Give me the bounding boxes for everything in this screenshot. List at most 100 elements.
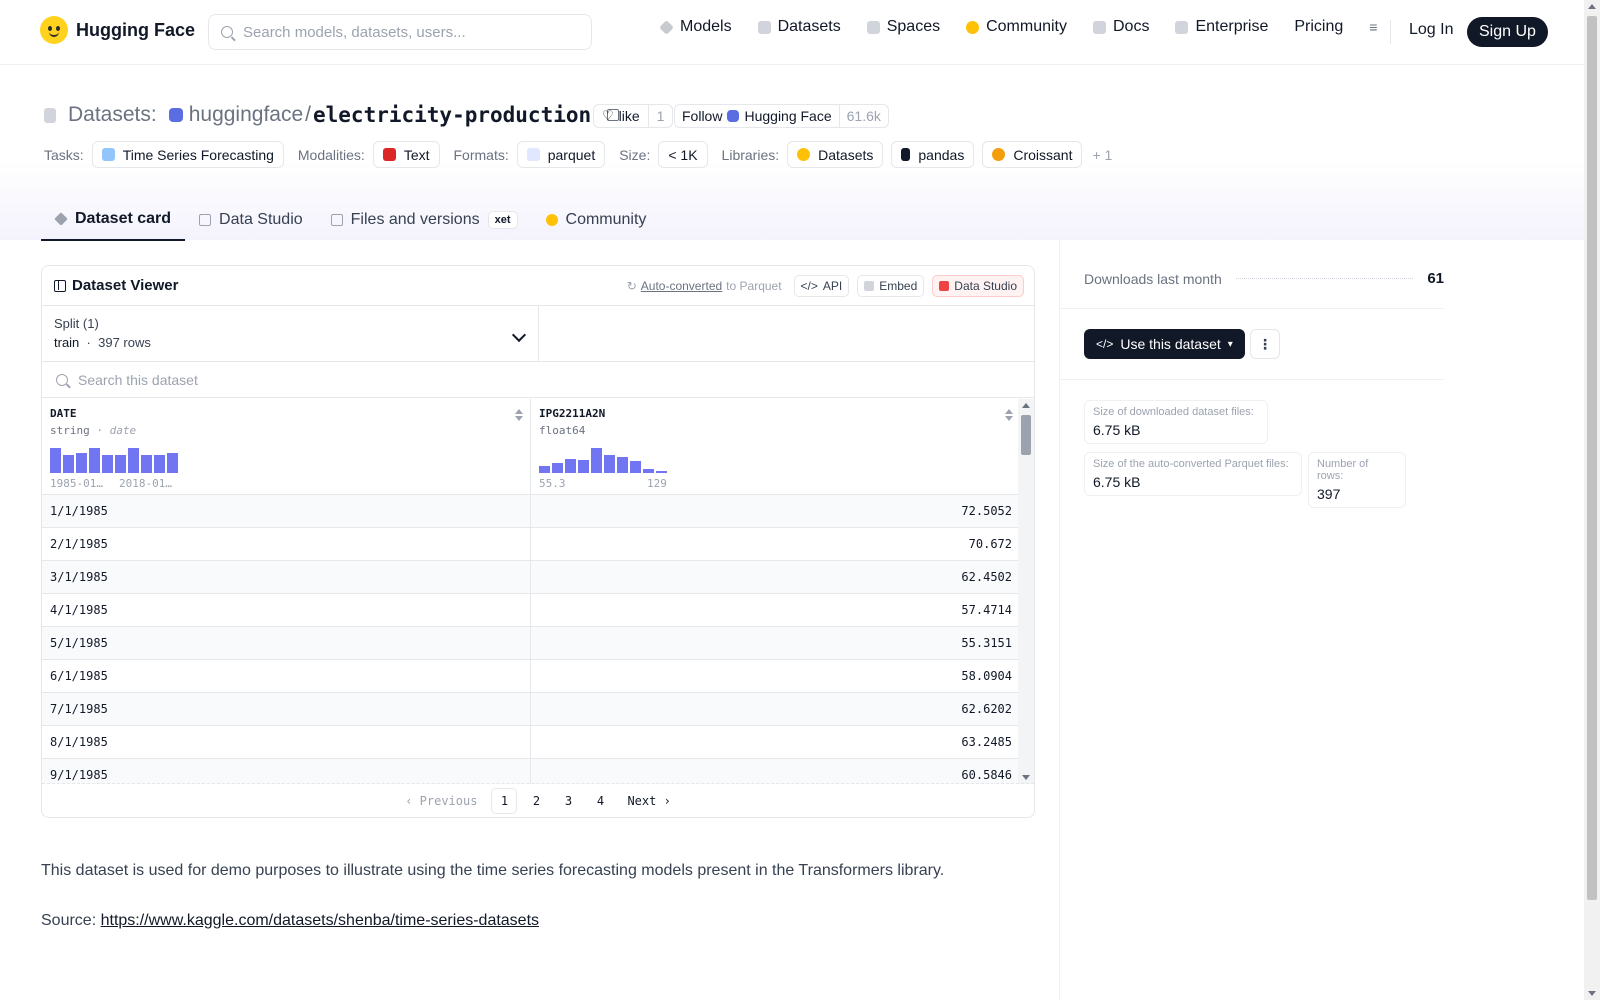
column-histogram[interactable] [539,447,679,473]
table-row[interactable]: 4/1/1985 57.4714 [42,594,1020,627]
dataset-search-input[interactable] [78,371,678,388]
histogram-bar[interactable] [604,455,615,473]
histogram-bar[interactable] [552,463,563,473]
nav-pricing[interactable]: Pricing [1294,18,1343,36]
column-header-date[interactable]: DATE string · date 1985-01… 2018-01… [42,399,531,494]
tab-community[interactable]: Community [532,199,661,241]
table-row[interactable]: 8/1/1985 63.2485 [42,726,1020,759]
histogram-bar[interactable] [50,448,61,473]
histogram-bar[interactable] [76,453,87,473]
cell-date[interactable]: 7/1/1985 [42,693,531,725]
page-scroll-down-icon[interactable] [1588,991,1596,996]
more-tags-link[interactable]: + 1 [1092,147,1112,163]
histogram-bar[interactable] [141,455,152,473]
histogram-bar[interactable] [89,448,100,473]
split-selector[interactable]: Split (1) train · 397 rows [42,306,539,361]
signup-button[interactable]: Sign Up [1467,17,1548,47]
login-link[interactable]: Log In [1409,21,1453,39]
histogram-bar[interactable] [539,466,550,473]
tag-format[interactable]: parquet [516,141,606,168]
page-button-1[interactable]: 1 [491,787,518,814]
use-dataset-button[interactable]: </> Use this dataset ▾ [1084,329,1245,359]
nav-docs[interactable]: Docs [1093,18,1149,36]
histogram-bar[interactable] [102,455,113,473]
table-row[interactable]: 6/1/1985 58.0904 [42,660,1020,693]
breadcrumb-org[interactable]: huggingface [189,103,303,127]
cell-value[interactable]: 57.4714 [531,594,1020,626]
tag-library-datasets[interactable]: Datasets [787,141,884,168]
table-row[interactable]: 9/1/1985 60.5846 [42,759,1020,784]
sort-icon[interactable] [514,409,524,423]
global-search-input[interactable] [243,23,563,41]
more-options-button[interactable]: ⋮ [1250,329,1280,359]
global-search-box[interactable] [208,14,592,50]
previous-page-button[interactable]: ‹ Previous [397,788,485,814]
cell-value[interactable]: 55.3151 [531,627,1020,659]
tab-data-studio[interactable]: Data Studio [185,199,317,241]
follow-button[interactable]: Follow Hugging Face 61.6k [674,104,889,128]
cell-date[interactable]: 6/1/1985 [42,660,531,692]
breadcrumb-kind[interactable]: Datasets: [68,103,157,127]
cell-value[interactable]: 58.0904 [531,660,1020,692]
auto-converted-link[interactable]: Auto-converted [641,279,722,293]
tag-library-croissant[interactable]: Croissant [982,141,1083,168]
histogram-bar[interactable] [63,455,74,473]
table-row[interactable]: 7/1/1985 62.6202 [42,693,1020,726]
cell-date[interactable]: 9/1/1985 [42,759,531,784]
nav-models[interactable]: Models [659,18,732,36]
nav-community[interactable]: Community [966,18,1067,36]
scroll-thumb[interactable] [1021,415,1031,455]
cell-value[interactable]: 70.672 [531,528,1020,560]
histogram-bar[interactable] [643,469,654,473]
table-row[interactable]: 2/1/1985 70.672 [42,528,1020,561]
cell-value[interactable]: 63.2485 [531,726,1020,758]
cell-value[interactable]: 60.5846 [531,759,1020,784]
api-button[interactable]: </> API [793,275,850,297]
cell-date[interactable]: 8/1/1985 [42,726,531,758]
source-link[interactable]: https://www.kaggle.com/datasets/shenba/t… [101,912,539,929]
tag-library-pandas[interactable]: pandas [891,141,975,168]
page-scrollbar[interactable] [1584,0,1600,1000]
histogram-bar[interactable] [591,448,602,473]
column-header-value[interactable]: IPG2211A2N float64 55.3 129 [531,399,1020,494]
page-title[interactable]: electricity-production [313,103,591,127]
nav-spaces[interactable]: Spaces [866,18,940,36]
page-button-2[interactable]: 2 [523,788,549,814]
cell-date[interactable]: 3/1/1985 [42,561,531,593]
table-row[interactable]: 3/1/1985 62.4502 [42,561,1020,594]
tab-files-and-versions[interactable]: Files and versions xet [317,199,532,241]
histogram-bar[interactable] [115,455,126,473]
cell-value[interactable]: 72.5052 [531,495,1020,527]
nav-datasets[interactable]: Datasets [757,18,841,36]
page-button-4[interactable]: 4 [587,788,613,814]
cell-date[interactable]: 4/1/1985 [42,594,531,626]
embed-button[interactable]: Embed [857,275,925,297]
page-scroll-thumb[interactable] [1587,16,1597,900]
histogram-bar[interactable] [565,459,576,473]
page-button-3[interactable]: 3 [555,788,581,814]
next-page-button[interactable]: Next › [619,788,678,814]
cell-value[interactable]: 62.6202 [531,693,1020,725]
cell-date[interactable]: 1/1/1985 [42,495,531,527]
table-row[interactable]: 1/1/1985 72.5052 [42,495,1020,528]
sort-icon[interactable] [1004,409,1014,423]
histogram-bar[interactable] [128,448,139,473]
tag-modality[interactable]: Text [372,141,440,168]
tab-dataset-card[interactable]: Dataset card [41,199,186,241]
tag-task[interactable]: Time Series Forecasting [91,141,284,168]
histogram-bar[interactable] [630,461,641,473]
tag-size[interactable]: < 1K [658,141,708,168]
histogram-bar[interactable] [154,455,165,473]
histogram-bar[interactable] [656,471,667,473]
dataset-search-box[interactable] [42,362,1034,398]
histogram-bar[interactable] [578,460,589,473]
like-button[interactable]: ♡ like 1 [593,104,674,128]
column-histogram[interactable] [50,447,190,473]
table-scrollbar[interactable] [1018,399,1034,784]
table-row[interactable]: 5/1/1985 55.3151 [42,627,1020,660]
scroll-down-icon[interactable] [1022,775,1030,780]
data-studio-button[interactable]: Data Studio [932,275,1024,297]
histogram-bar[interactable] [617,457,628,473]
brand-logo-link[interactable]: Hugging Face [40,16,195,44]
cell-date[interactable]: 2/1/1985 [42,528,531,560]
